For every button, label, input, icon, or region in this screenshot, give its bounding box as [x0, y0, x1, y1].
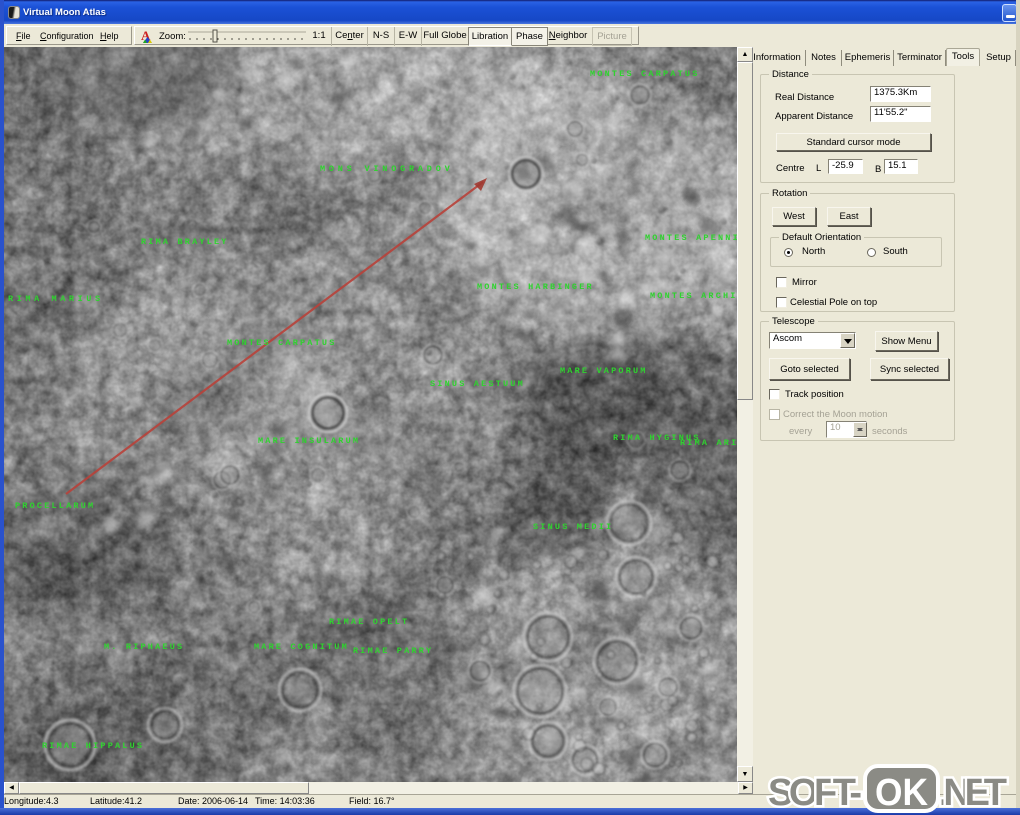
- svg-text:MARE VAPORUM: MARE VAPORUM: [560, 366, 648, 376]
- svg-text:OK: OK: [875, 772, 929, 814]
- svg-text:SINUS MEDII: SINUS MEDII: [533, 522, 613, 532]
- svg-text:PROCELLARUM: PROCELLARUM: [15, 501, 95, 511]
- svg-text:SINUS AESTUUM: SINUS AESTUUM: [430, 379, 525, 389]
- svg-text:MARE INSULARUM: MARE INSULARUM: [258, 436, 360, 446]
- svg-text:MONTES CARPATUS: MONTES CARPATUS: [590, 69, 700, 79]
- svg-text:RIMAE PARRY: RIMAE PARRY: [353, 646, 433, 656]
- svg-text:RIMAE OPELT: RIMAE OPELT: [329, 617, 409, 627]
- svg-text:RIMAE HIPPALUS: RIMAE HIPPALUS: [42, 741, 144, 751]
- svg-text:MONTES CARPATUS: MONTES CARPATUS: [227, 338, 337, 348]
- svg-text:MONTES APENNINUS: MONTES APENNINUS: [645, 233, 737, 243]
- svg-text:RIMA BRAYLEY: RIMA BRAYLEY: [141, 237, 229, 247]
- svg-text:RIMA MARIUS: RIMA MARIUS: [8, 294, 104, 304]
- svg-text:MONTES ARCHIMEDES: MONTES ARCHIMEDES: [650, 291, 737, 301]
- svg-text:MARE COGNITUM: MARE COGNITUM: [254, 642, 349, 652]
- svg-text:SOFT-: SOFT-: [768, 772, 862, 814]
- svg-text:MONTES HARBINGER: MONTES HARBINGER: [477, 282, 594, 292]
- svg-text:RIMA ARIADAEUS: RIMA ARIADAEUS: [680, 438, 737, 448]
- svg-text:.NET: .NET: [939, 772, 1007, 814]
- svg-text:MONS VINOGRADOV: MONS VINOGRADOV: [320, 164, 454, 174]
- svg-text:M. RIPHAEUS: M. RIPHAEUS: [104, 642, 184, 652]
